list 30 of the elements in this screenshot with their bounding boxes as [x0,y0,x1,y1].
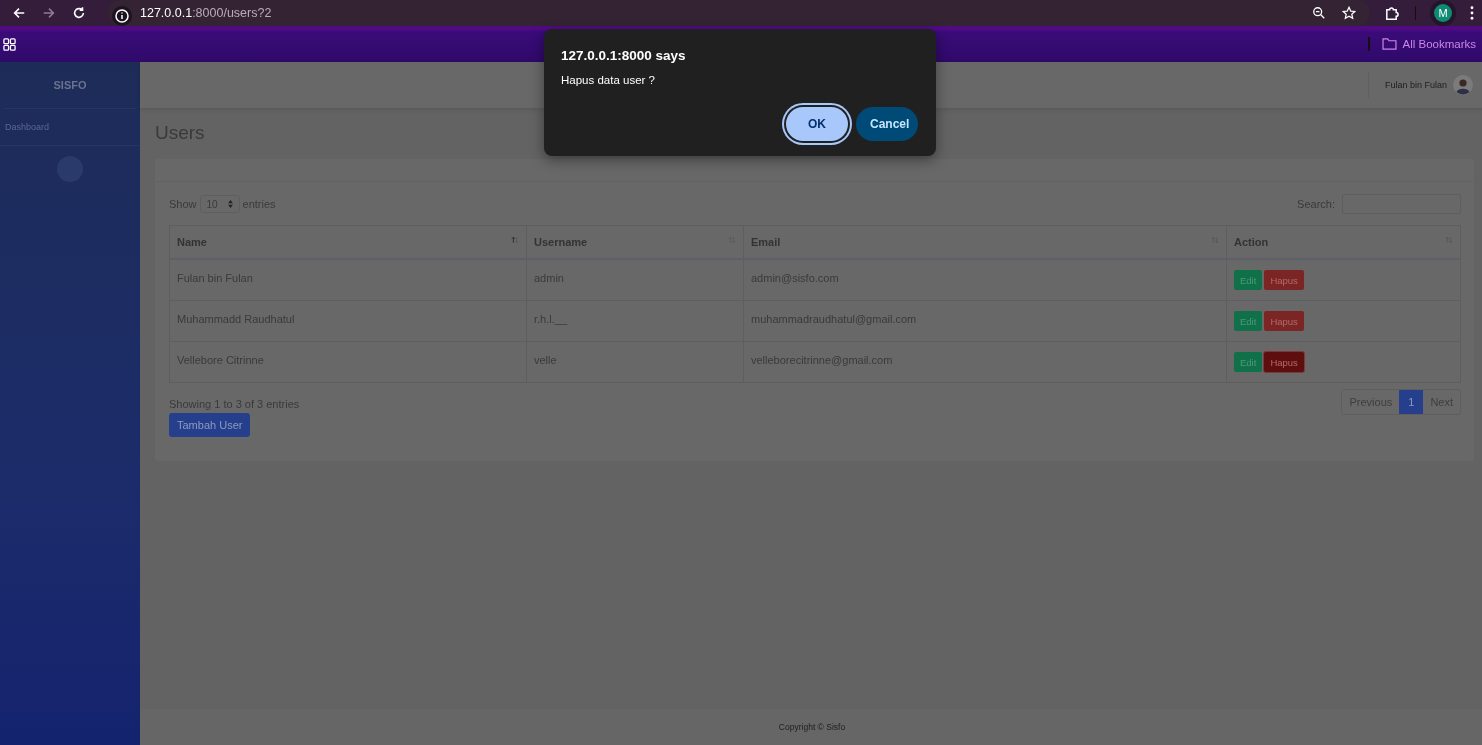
copyright-text: Copyright © Sisfo [778,722,846,732]
add-user-button[interactable]: Tambah User [169,413,251,437]
reload-icon[interactable] [72,6,86,20]
puzzle-icon[interactable] [1384,5,1400,21]
forward-icon[interactable] [42,6,56,20]
user-avatar[interactable] [1453,75,1473,95]
apps-grid-icon[interactable] [3,37,16,51]
delete-button[interactable]: Hapus [1264,311,1304,331]
edit-button[interactable]: Edit [1234,311,1263,331]
delete-button[interactable]: Hapus [1264,270,1304,290]
edit-button[interactable]: Edit [1234,352,1263,372]
sort-icon[interactable] [511,236,519,244]
dialog-title: 127.0.0.1:8000 says [561,48,687,63]
menu-icon[interactable] [1470,6,1474,20]
edit-button[interactable]: Edit [1234,270,1263,290]
url-text: 127.0.0.1:8000/users?2 [140,6,272,20]
address-bar[interactable]: 127.0.0.1:8000/users?2 [108,0,1371,26]
profile-avatar[interactable]: M [1434,4,1452,22]
zoom-icon[interactable] [1312,6,1327,20]
star-icon[interactable] [1342,6,1357,20]
brand-title: SISFO [4,62,136,109]
page-button[interactable]: 1 [1399,390,1424,414]
cancel-button[interactable]: Cancel [856,107,918,141]
select-arrows-icon [227,200,233,208]
bookmark-link[interactable]: All Bookmarks [1402,38,1476,50]
dialog-message: Hapus data user ? [561,74,656,86]
info-icon[interactable] [112,6,132,26]
folder-icon[interactable] [1381,38,1397,50]
delete-button[interactable]: Hapus [1264,352,1304,372]
back-icon[interactable] [12,6,26,20]
